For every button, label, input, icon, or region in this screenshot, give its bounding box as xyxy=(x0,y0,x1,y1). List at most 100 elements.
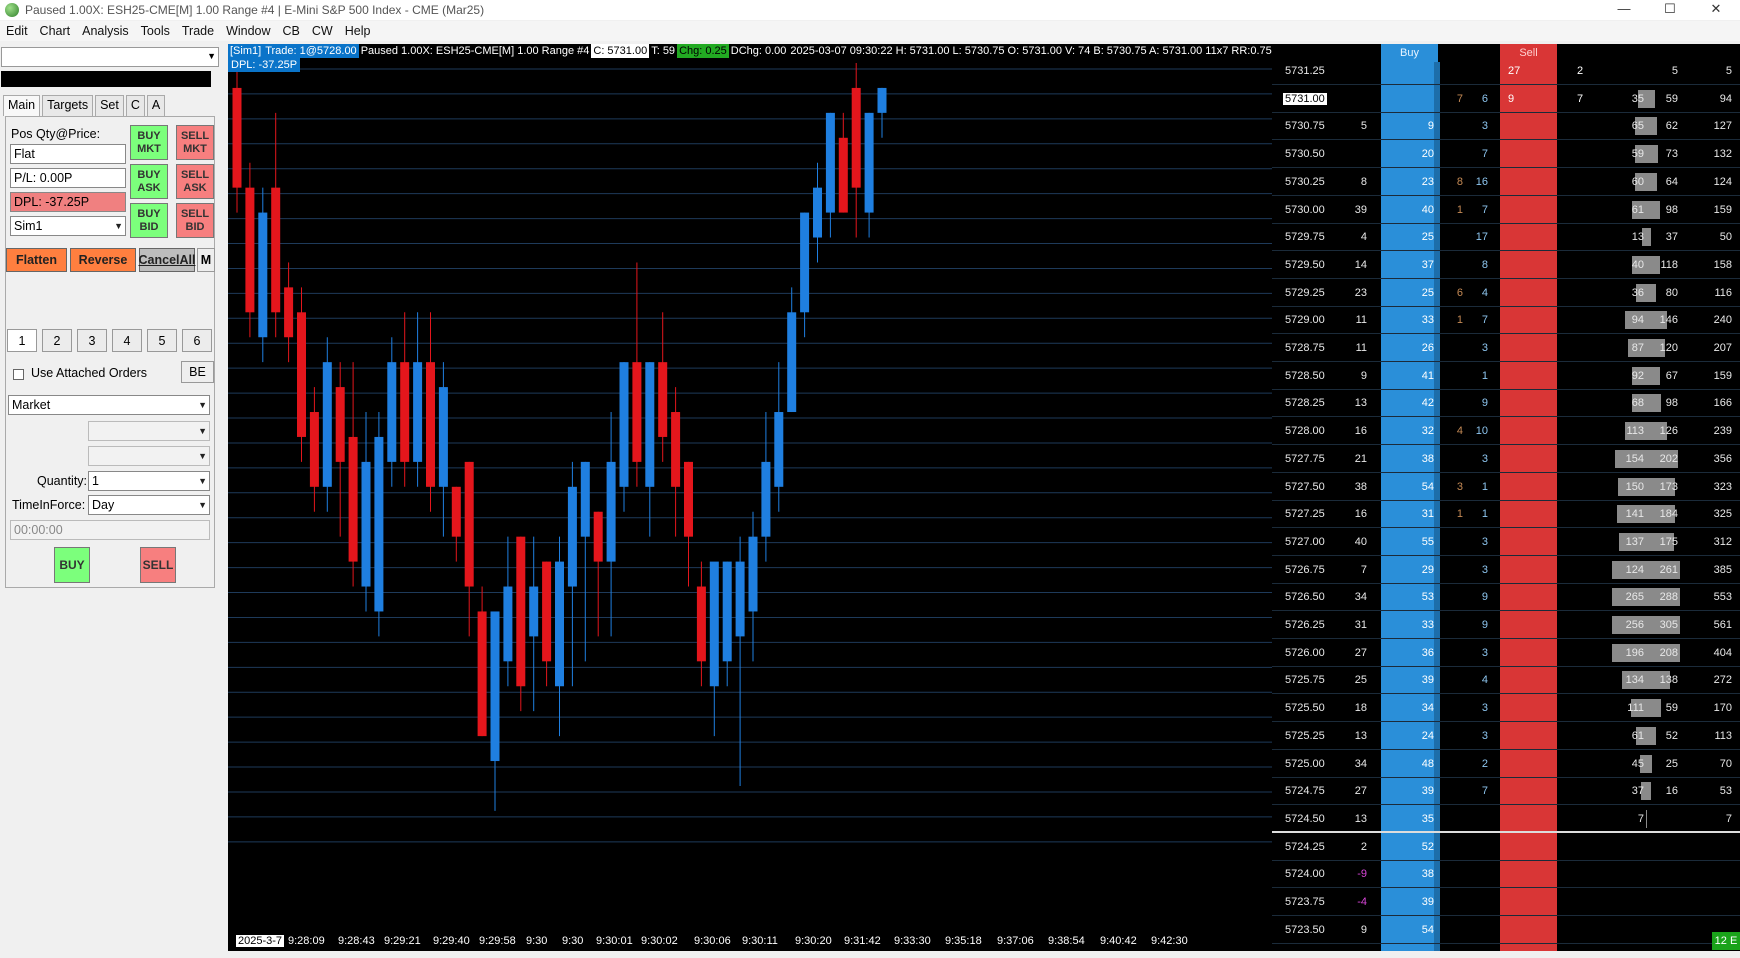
use-attached-orders-checkbox[interactable] xyxy=(13,369,24,380)
ladder-row[interactable]: 5727.25 16 31 1 1 141 184 325 xyxy=(1272,500,1740,529)
ladder-buy-cell[interactable]: 48 xyxy=(1384,758,1434,770)
ladder-buy-cell[interactable]: 38 xyxy=(1384,453,1434,465)
ladder-row[interactable]: 5729.25 23 25 6 4 36 80 116 xyxy=(1272,279,1740,307)
ladder-buy-cell[interactable]: 35 xyxy=(1384,813,1434,825)
ladder-row[interactable]: 5727.00 40 55 3 137 175 312 xyxy=(1272,528,1740,556)
sell-mkt-button[interactable]: SELL MKT xyxy=(176,125,214,160)
ladder-buy-cell[interactable]: 32 xyxy=(1384,425,1434,437)
qty-preset-6[interactable]: 6 xyxy=(182,329,212,352)
ladder-buy-cell[interactable]: 24 xyxy=(1384,730,1434,742)
ladder-buy-cell[interactable]: 34 xyxy=(1384,702,1434,714)
price-chart[interactable] xyxy=(228,44,1272,931)
ladder-buy-cell[interactable]: 53 xyxy=(1384,591,1434,603)
ladder-row[interactable]: 5731.00 7 6 9 7 35 59 94 xyxy=(1272,85,1740,113)
tab-targets[interactable]: Targets xyxy=(42,95,94,116)
qty-preset-3[interactable]: 3 xyxy=(77,329,107,352)
ladder-row[interactable]: 5728.50 9 41 1 92 67 159 xyxy=(1272,362,1740,390)
ladder-row[interactable]: 5728.00 16 32 4 10 113 126 239 xyxy=(1272,417,1740,446)
ladder-row[interactable]: 5726.50 34 53 9 265 288 553 xyxy=(1272,583,1740,612)
maximize-button[interactable]: ☐ xyxy=(1648,0,1692,20)
reverse-button[interactable]: Reverse xyxy=(70,248,136,272)
ladder-row[interactable]: 5724.75 27 39 7 37 16 53 xyxy=(1272,777,1740,806)
sell-bid-button[interactable]: SELL BID xyxy=(176,203,214,238)
ladder-row[interactable]: 5727.75 21 38 3 154 202 356 xyxy=(1272,445,1740,473)
ladder-row[interactable]: 5729.75 4 25 17 13 37 50 xyxy=(1272,223,1740,252)
tif-select[interactable]: Day ▼ xyxy=(88,495,210,515)
menu-help[interactable]: Help xyxy=(339,24,377,38)
ladder-buy-cell[interactable]: 39 xyxy=(1384,785,1434,797)
tab-a[interactable]: A xyxy=(146,95,166,116)
ladder-row[interactable]: 5725.00 34 48 2 45 25 70 xyxy=(1272,750,1740,778)
sell-button[interactable]: SELL xyxy=(140,547,176,583)
ladder-row[interactable]: 5726.25 31 33 9 256 305 561 xyxy=(1272,611,1740,639)
qty-preset-2[interactable]: 2 xyxy=(42,329,72,352)
ladder-buy-cell[interactable]: 23 xyxy=(1384,176,1434,188)
ladder-row[interactable]: 5728.25 13 42 9 68 98 166 xyxy=(1272,389,1740,418)
ladder-buy-cell[interactable]: 26 xyxy=(1384,342,1434,354)
quantity-select[interactable]: 1 ▼ xyxy=(88,471,210,491)
ladder-row[interactable]: 5730.50 20 7 59 73 132 xyxy=(1272,140,1740,169)
ladder-buy-cell[interactable]: 38 xyxy=(1384,868,1434,880)
ladder-row[interactable]: 5726.75 7 29 3 124 261 385 xyxy=(1272,556,1740,584)
buy-bid-button[interactable]: BUY BID xyxy=(130,203,168,238)
ladder-row[interactable]: 5725.25 13 24 3 61 52 113 xyxy=(1272,722,1740,750)
ladder-row[interactable]: 5723.75 -4 39 xyxy=(1272,888,1740,916)
ladder-row[interactable]: 5730.00 39 40 1 7 61 98 159 xyxy=(1272,196,1740,224)
ladder-buy-cell[interactable]: 41 xyxy=(1384,370,1434,382)
menu-edit[interactable]: Edit xyxy=(0,24,34,38)
ladder-buy-cell[interactable]: 39 xyxy=(1384,896,1434,908)
ladder-buy-cell[interactable]: 33 xyxy=(1384,619,1434,631)
ladder-row[interactable]: 5728.75 11 26 3 87 120 207 xyxy=(1272,334,1740,362)
tab-c[interactable]: C xyxy=(125,95,145,116)
ladder-buy-cell[interactable]: 37 xyxy=(1384,259,1434,271)
close-button[interactable]: ✕ xyxy=(1694,0,1738,20)
qty-preset-5[interactable]: 5 xyxy=(147,329,177,352)
minimize-button[interactable]: — xyxy=(1602,0,1646,20)
menu-cb[interactable]: CB xyxy=(277,24,306,38)
buy-ask-button[interactable]: BUY ASK xyxy=(130,164,168,199)
ladder-buy-cell[interactable]: 54 xyxy=(1384,481,1434,493)
symbol-selector[interactable]: ▼ xyxy=(1,47,219,67)
ladder-buy-cell[interactable]: 39 xyxy=(1384,674,1434,686)
tab-set[interactable]: Set xyxy=(95,95,124,116)
ladder-buy-cell[interactable]: 33 xyxy=(1384,314,1434,326)
ladder-buy-cell[interactable]: 25 xyxy=(1384,287,1434,299)
ladder-row[interactable]: 5723.50 9 54 xyxy=(1272,916,1740,944)
ladder-buy-cell[interactable]: 36 xyxy=(1384,647,1434,659)
ladder-sell-cell[interactable]: 27 xyxy=(1508,65,1520,77)
menu-cw[interactable]: CW xyxy=(306,24,339,38)
ladder-row[interactable]: 5725.50 18 34 3 111 59 170 xyxy=(1272,694,1740,723)
ladder-row[interactable]: 5731.25 27 2 5 5 xyxy=(1272,57,1740,85)
ladder-buy-cell[interactable]: 9 xyxy=(1384,120,1434,132)
ladder-row[interactable]: 5724.00 -9 38 xyxy=(1272,860,1740,889)
cancel-all-button[interactable]: CancelAll xyxy=(139,248,195,272)
ladder-row[interactable]: 5729.00 11 33 1 7 94 146 240 xyxy=(1272,306,1740,335)
ladder-row[interactable]: 5727.50 38 54 3 1 150 173 323 xyxy=(1272,473,1740,501)
ladder-row[interactable]: 5725.75 25 39 4 134 138 272 xyxy=(1272,666,1740,695)
ladder-row[interactable]: 5726.00 27 36 3 196 208 404 xyxy=(1272,639,1740,667)
ladder-row[interactable]: 5730.25 8 23 8 16 60 64 124 xyxy=(1272,168,1740,196)
ladder-buy-cell[interactable]: 54 xyxy=(1384,924,1434,936)
tab-main[interactable]: Main xyxy=(3,95,41,116)
menu-chart[interactable]: Chart xyxy=(34,24,77,38)
be-button[interactable]: BE xyxy=(181,361,214,383)
qty-preset-1[interactable]: 1 xyxy=(7,329,37,352)
dom-ladder[interactable]: Buy Sell 5731.25 27 2 5 5 5731.00 7 6 9 7 35 59 94 57… xyxy=(1272,44,1740,951)
ladder-buy-cell[interactable]: 40 xyxy=(1384,204,1434,216)
menu-analysis[interactable]: Analysis xyxy=(76,24,135,38)
order-type-select[interactable]: Market ▼ xyxy=(8,395,210,415)
qty-preset-4[interactable]: 4 xyxy=(112,329,142,352)
account-select[interactable]: Sim1 ▼ xyxy=(10,216,126,236)
ladder-buy-cell[interactable]: 20 xyxy=(1384,148,1434,160)
ladder-buy-cell[interactable]: 25 xyxy=(1384,231,1434,243)
buy-button[interactable]: BUY xyxy=(54,547,90,583)
ladder-buy-cell[interactable]: 52 xyxy=(1384,841,1434,853)
ladder-buy-cell[interactable]: 55 xyxy=(1384,536,1434,548)
ladder-row[interactable]: 5729.50 14 37 8 40 118 158 xyxy=(1272,251,1740,279)
ladder-row[interactable]: 5724.25 2 52 xyxy=(1272,833,1740,861)
m-button[interactable]: M xyxy=(197,248,215,272)
sell-ask-button[interactable]: SELL ASK xyxy=(176,164,214,199)
time-field[interactable]: 00:00:00 xyxy=(10,520,210,540)
ladder-sell-cell[interactable]: 9 xyxy=(1508,93,1514,105)
ladder-row[interactable]: 5730.75 5 9 3 65 62 127 xyxy=(1272,112,1740,141)
